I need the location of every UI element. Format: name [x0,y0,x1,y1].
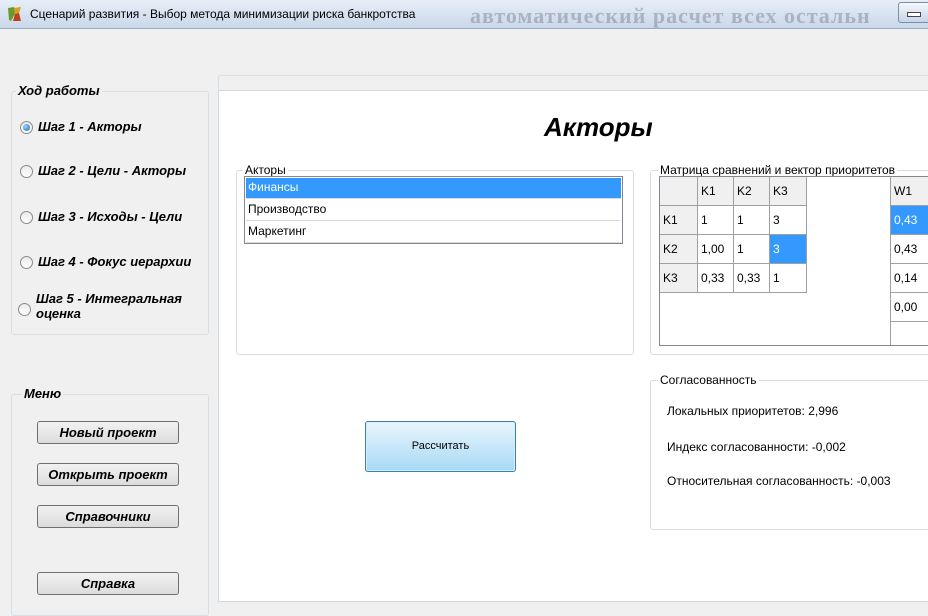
radio-step-1[interactable]: Шаг 1 - Акторы [20,119,142,134]
title-bar: Сценарий развития - Выбор метода минимиз… [0,0,928,29]
matrix-cell[interactable]: 1 [734,206,770,235]
radio-step-2[interactable]: Шаг 2 - Цели - Акторы [20,163,186,178]
radio-step-4[interactable]: Шаг 4 - Фокус иерархии [20,254,191,269]
matrix-col-header: K2 [734,177,770,206]
weight-cell[interactable]: 0,43 [891,206,928,235]
workflow-legend: Ход работы [16,83,102,98]
step-3-label: Шаг 3 - Исходы - Цели [38,209,183,224]
list-item[interactable]: Маркетинг [246,222,621,243]
consistency-index-label: Индекс согласованности: -0,002 [667,440,846,454]
list-item[interactable]: Производство [246,200,621,221]
matrix-cell[interactable]: 1 [770,264,807,293]
consistency-legend: Согласованность [658,373,759,387]
matrix-legend: Матрица сравнений и вектор приоритетов [658,163,898,177]
radio-button[interactable] [18,303,31,316]
title-ghost-text: автоматический расчет всех остальн [470,3,871,28]
open-project-button[interactable]: Открыть проект [37,463,179,486]
radio-button[interactable] [20,256,33,269]
weights-header: W1 [891,177,928,206]
actors-legend: Акторы [243,163,288,177]
weight-cell[interactable]: 0,14 [891,264,928,293]
matrix-cell[interactable]: 0,33 [734,264,770,293]
consistency-group [650,380,928,530]
matrix-cell[interactable]: 0,33 [698,264,734,293]
minimize-button[interactable] [898,2,928,23]
matrix-col-header: K3 [770,177,807,206]
matrix-cell[interactable]: 3 [770,206,807,235]
step-2-label: Шаг 2 - Цели - Акторы [38,163,187,178]
main-panel-frame [218,75,928,90]
weight-cell-empty[interactable] [891,322,928,345]
references-button[interactable]: Справочники [37,505,179,528]
matrix-row-header: K2 [660,235,698,264]
radio-step-5[interactable]: Шаг 5 - Интегральная оценка [18,291,196,321]
step-5-label: Шаг 5 - Интегральная оценка [36,291,182,321]
matrix-row-header: K1 [660,206,698,235]
matrix-corner [660,177,698,206]
comparison-matrix[interactable]: K1 K2 K3 W1 K1 1 1 3 0,43 K2 1,00 1 3 0,… [659,176,928,346]
radio-button[interactable] [20,211,33,224]
matrix-row-header: K3 [660,264,698,293]
weight-cell[interactable]: 0,00 [891,293,928,322]
matrix-cell[interactable]: 1,00 [698,235,734,264]
relative-consistency-label: Относительная согласованность: -0,003 [667,474,891,488]
menu-legend: Меню [22,386,64,401]
calculate-button[interactable]: Рассчитать [365,421,516,472]
minimize-icon [907,12,921,17]
matrix-col-header: K1 [698,177,734,206]
app-icon [8,7,21,21]
matrix-cell[interactable]: 1 [698,206,734,235]
weight-cell[interactable]: 0,43 [891,235,928,264]
step-4-label: Шаг 4 - Фокус иерархии [38,254,192,269]
new-project-button[interactable]: Новый проект [37,421,179,444]
step-1-label: Шаг 1 - Акторы [38,119,142,134]
weights-divider [890,177,891,345]
actors-listbox[interactable]: Финансы Производство Маркетинг [244,176,623,244]
matrix-cell[interactable]: 1 [734,235,770,264]
matrix-cell[interactable]: 3 [770,235,807,264]
window-title: Сценарий развития - Выбор метода минимиз… [30,7,416,21]
radio-button[interactable] [20,165,33,178]
page-title: Акторы [544,112,653,142]
list-item[interactable]: Финансы [246,178,621,199]
radio-step-3[interactable]: Шаг 3 - Исходы - Цели [20,209,182,224]
radio-button-checked[interactable] [20,121,33,134]
local-priorities-label: Локальных приоритетов: 2,996 [667,404,839,418]
